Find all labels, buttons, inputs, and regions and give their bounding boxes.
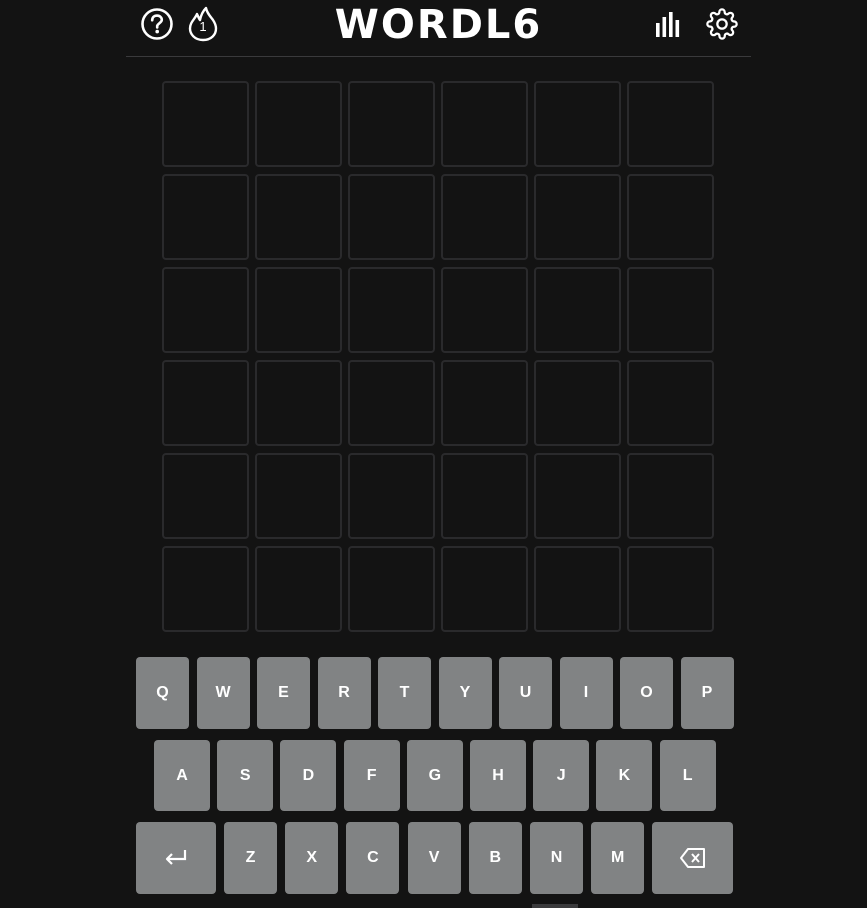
board-tile [162,546,249,632]
board-tile [255,267,342,353]
key-s[interactable]: S [217,740,274,811]
key-n[interactable]: N [530,822,583,894]
board-tile [627,453,714,539]
key-g[interactable]: G [406,740,463,811]
board-tile [255,81,342,167]
backspace-icon [679,848,705,868]
board-tile [534,453,621,539]
board-tile [348,81,435,167]
key-j[interactable]: J [533,740,590,811]
board-tile [441,546,528,632]
game-board [162,81,714,632]
key-r[interactable]: R [317,657,371,729]
statistics-button[interactable] [651,6,685,42]
board-tile [534,174,621,260]
key-l[interactable]: L [659,740,716,811]
board-tile [627,267,714,353]
board-tile [162,267,249,353]
enter-key[interactable] [136,822,216,894]
key-b[interactable]: B [468,822,522,894]
key-p[interactable]: P [680,657,734,729]
settings-button[interactable] [705,6,739,42]
board-tile [441,360,528,446]
enter-icon [165,850,187,865]
key-x[interactable]: X [285,822,339,894]
board-tile [162,453,249,539]
settings-icon [706,8,738,40]
key-m[interactable]: M [591,822,645,894]
board-tile [348,174,435,260]
board-tile [348,546,435,632]
board-tile [534,81,621,167]
key-z[interactable]: Z [224,822,277,894]
statistics-icon [656,12,680,37]
board-tile [534,360,621,446]
key-o[interactable]: O [620,657,673,729]
key-d[interactable]: D [280,740,337,811]
key-c[interactable]: C [346,822,400,894]
board-tile [534,546,621,632]
board-tile [348,453,435,539]
key-i[interactable]: I [559,657,613,729]
key-u[interactable]: U [499,657,552,729]
key-a[interactable]: A [154,740,210,811]
board-tile [162,360,249,446]
board-tile [627,174,714,260]
key-f[interactable]: F [343,740,400,811]
board-tile [255,546,342,632]
key-q[interactable]: Q [136,657,189,729]
board-tile [627,546,714,632]
key-w[interactable]: W [196,657,250,729]
board-tile [441,267,528,353]
board-tile [627,360,714,446]
board-tile [627,81,714,167]
key-k[interactable]: K [596,740,653,811]
board-tile [441,174,528,260]
key-v[interactable]: V [407,822,461,894]
key-t[interactable]: T [378,657,431,729]
bottom-indicator [532,904,578,908]
board-tile [534,267,621,353]
board-tile [441,453,528,539]
board-tile [255,174,342,260]
key-e[interactable]: E [257,657,310,729]
board-tile [441,81,528,167]
key-y[interactable]: Y [438,657,492,729]
backspace-key[interactable] [652,822,733,894]
board-tile [162,81,249,167]
board-tile [348,360,435,446]
header: 1 WORDL6 [126,0,751,57]
board-tile [348,267,435,353]
board-tile [255,453,342,539]
board-tile [255,360,342,446]
key-h[interactable]: H [470,740,526,811]
board-tile [162,174,249,260]
